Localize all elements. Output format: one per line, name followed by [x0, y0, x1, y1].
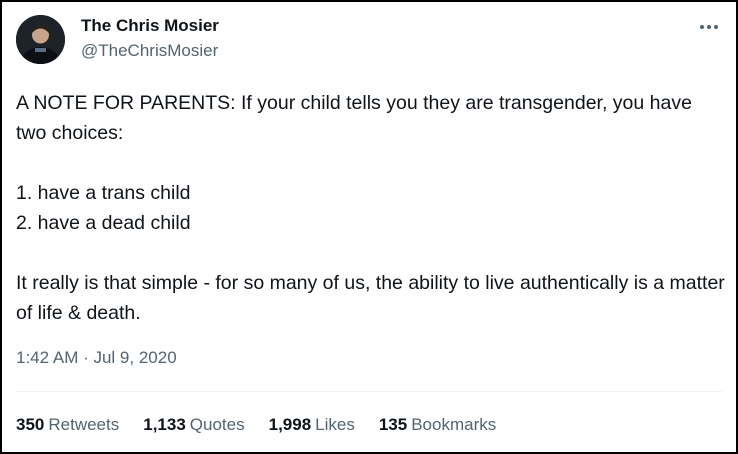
engagement-stats: 350 Retweets 1,133 Quotes 1,998 Likes 13…	[16, 413, 520, 437]
tweet-text: A NOTE FOR PARENTS: If your child tells …	[16, 88, 726, 328]
author-handle[interactable]: @TheChrisMosier	[81, 40, 218, 62]
tweet-paragraph: It really is that simple - for so many o…	[16, 272, 725, 324]
quotes-count: 1,133	[143, 415, 186, 434]
quotes-stat[interactable]: 1,133 Quotes	[143, 413, 244, 437]
tweet-paragraph: 1. have a trans child	[16, 182, 191, 204]
more-dots-icon	[700, 25, 718, 29]
quotes-label: Quotes	[189, 415, 245, 434]
bookmarks-label: Bookmarks	[411, 415, 497, 434]
more-options-button[interactable]	[696, 16, 722, 38]
profile-photo-icon	[16, 15, 65, 64]
tweet-timestamp[interactable]: 1:42 AM · Jul 9, 2020	[16, 346, 177, 370]
tweet-paragraph: A NOTE FOR PARENTS: If your child tells …	[16, 92, 692, 144]
divider	[16, 391, 722, 392]
retweets-count: 350	[16, 415, 45, 434]
likes-label: Likes	[315, 415, 355, 434]
author-name[interactable]: The Chris Mosier	[81, 15, 219, 37]
tweet-paragraph: 2. have a dead child	[16, 212, 191, 234]
tweet-card: The Chris Mosier @TheChrisMosier A NOTE …	[0, 0, 738, 454]
bookmarks-stat[interactable]: 135 Bookmarks	[379, 413, 496, 437]
bookmarks-count: 135	[378, 415, 408, 434]
author-avatar[interactable]	[16, 15, 65, 64]
likes-stat[interactable]: 1,998 Likes	[269, 413, 355, 437]
likes-count: 1,998	[268, 415, 312, 434]
retweets-label: Retweets	[48, 415, 120, 434]
retweets-stat[interactable]: 350 Retweets	[16, 413, 119, 437]
